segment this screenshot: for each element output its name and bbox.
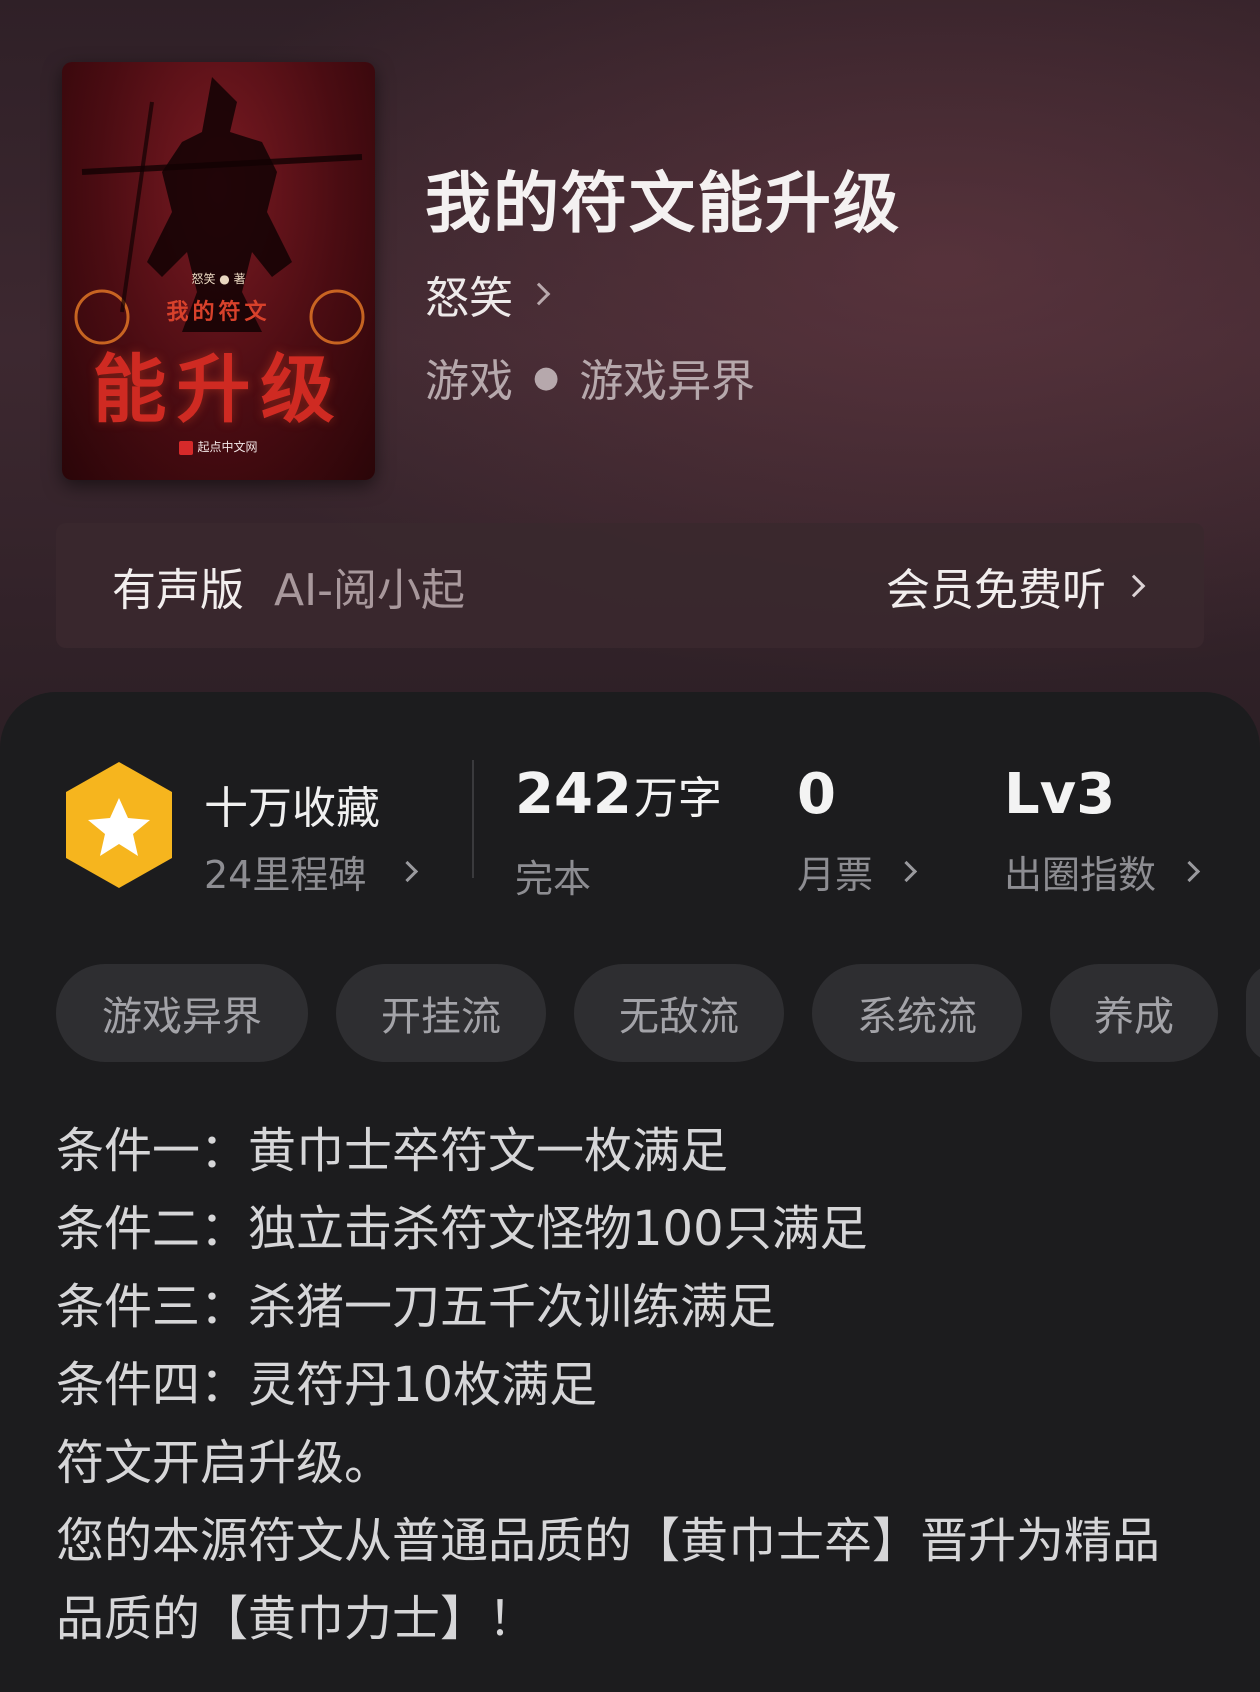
book-header: 怒笑 ● 著 我的符文 能升级 起点中文网 我的符文能升级 怒笑 游戏 ● 游戏… — [0, 0, 1260, 760]
milestone-link[interactable]: 24里程碑 — [204, 844, 419, 899]
popularity-index-stat[interactable]: Lv3 出圈指数 — [1004, 760, 1201, 899]
tag-chip[interactable]: 系统流 — [812, 964, 1022, 1062]
publisher-name: 起点中文网 — [197, 440, 258, 454]
member-listen-button[interactable]: 会员免费听 — [886, 554, 1146, 618]
description-line: 条件二：独立击杀符文怪物100只满足 — [56, 1201, 868, 1257]
audio-label: 有声版 — [112, 564, 244, 616]
word-count-stat: 242万字 完本 — [515, 760, 722, 903]
audio-version-bar[interactable]: 有声版 AI-阅小起 会员免费听 — [56, 523, 1204, 648]
book-description[interactable]: 条件一：黄巾士卒符文一枚满足 条件二：独立击杀符文怪物100只满足 条件三：杀猪… — [56, 1112, 1206, 1658]
description-line: 符文开启升级。 — [56, 1435, 393, 1491]
tag-chip[interactable]: 游戏异界 — [56, 964, 308, 1062]
cover-publisher: 起点中文网 — [62, 438, 375, 455]
cover-author: 怒笑 ● 著 — [191, 272, 246, 286]
popularity-index-label: 出圈指数 — [1004, 853, 1157, 897]
category-main[interactable]: 游戏 — [425, 345, 513, 409]
chevron-right-icon — [895, 860, 918, 883]
description-line: 条件一：黄巾士卒符文一枚满足 — [56, 1123, 729, 1179]
tag-chip[interactable]: 养成 — [1050, 964, 1218, 1062]
book-title: 我的符文能升级 — [425, 164, 901, 242]
stats-row: 十万收藏 24里程碑 242万字 完本 0 月票 Lv3 出圈指数 — [0, 760, 1260, 903]
stats-divider — [472, 760, 474, 878]
monthly-ticket-value: 0 — [797, 762, 836, 827]
book-cover[interactable]: 怒笑 ● 著 我的符文 能升级 起点中文网 — [62, 62, 375, 480]
category-sub[interactable]: 游戏异界 — [579, 345, 755, 409]
tag-chip[interactable]: 开挂流 — [336, 964, 546, 1062]
description-line: 您的本源符文从普通品质的【黄巾士卒】晋升为精品品质的【黄巾力士】！ — [56, 1513, 1161, 1647]
milestone-label: 24里程碑 — [204, 853, 367, 897]
separator-dot: ● — [533, 359, 560, 395]
description-line: 条件三：杀猪一刀五千次训练满足 — [56, 1279, 777, 1335]
status-label: 完本 — [515, 857, 592, 901]
chevron-right-icon — [527, 282, 551, 306]
monthly-ticket-label: 月票 — [797, 853, 874, 897]
collect-title: 十万收藏 — [204, 783, 380, 834]
chevron-right-icon — [1178, 860, 1201, 883]
audio-voice: AI-阅小起 — [274, 564, 465, 616]
word-count-unit: 万字 — [633, 773, 722, 824]
chevron-right-icon — [1122, 574, 1146, 597]
description-line: 条件四：灵符丹10枚满足 — [56, 1357, 598, 1413]
popularity-index-value: Lv3 — [1004, 762, 1116, 827]
publisher-logo-icon — [179, 440, 194, 455]
word-count-value: 242 — [515, 762, 632, 827]
tag-list: 游戏异界 开挂流 无敌流 系统流 养成 — [56, 964, 1260, 1062]
cover-subtitle: 我的符文 — [166, 300, 271, 325]
monthly-ticket-stat[interactable]: 0 月票 — [797, 760, 918, 899]
author-link[interactable]: 怒笑 — [425, 262, 551, 326]
author-name: 怒笑 — [425, 273, 513, 324]
tag-chip[interactable]: 无敌流 — [574, 964, 784, 1062]
chevron-right-icon — [397, 860, 419, 883]
member-listen-label: 会员免费听 — [886, 564, 1106, 616]
cover-title: 能升级 — [92, 347, 345, 433]
star-hexagon-icon — [66, 762, 172, 888]
tag-chip-partial[interactable] — [1246, 964, 1260, 1062]
book-category: 游戏 ● 游戏异界 — [425, 345, 755, 409]
